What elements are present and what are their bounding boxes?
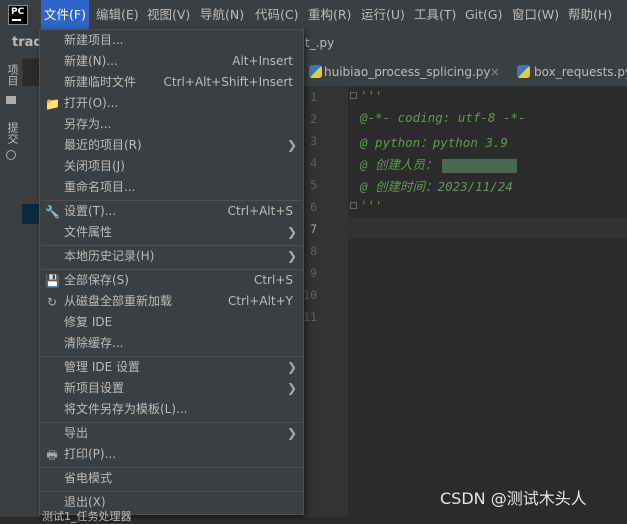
menu-item-export[interactable]: 导出 ❯ [40, 423, 303, 444]
code-line[interactable]: @ python：python 3.9 [360, 132, 508, 151]
line-number: 3 [310, 134, 317, 148]
current-line-highlight [348, 217, 627, 239]
menu-window[interactable]: 窗口(W) [512, 0, 559, 29]
menu-navigate[interactable]: 导航(N) [200, 0, 244, 29]
menu-item-save-as[interactable]: 另存为... [40, 114, 303, 135]
commit-tool-label[interactable]: 提交 [4, 122, 20, 144]
menu-item-power-save-mode[interactable]: 省电模式 [40, 468, 303, 489]
menu-refactor[interactable]: 重构(R) [308, 0, 351, 29]
menu-item-save-all[interactable]: 💾 全部保存(S) Ctrl+S [40, 270, 303, 291]
menu-item-recent-projects[interactable]: 最近的项目(R) ❯ [40, 135, 303, 156]
line-number: 6 [310, 200, 317, 214]
save-icon: 💾 [45, 274, 60, 288]
reload-icon: ↻ [46, 295, 58, 309]
code-line[interactable]: ''' [360, 88, 383, 103]
project-tool-label[interactable]: 项目 [4, 64, 20, 86]
folder-icon[interactable] [6, 96, 16, 104]
tab-huibiao[interactable]: huibiao_process_splicing.py [324, 58, 491, 86]
menu-item-manage-ide-settings[interactable]: 管理 IDE 设置 ❯ [40, 357, 303, 378]
partial-tab[interactable]: t_.py [305, 29, 334, 58]
line-number: 2 [310, 112, 317, 126]
project-panel [22, 86, 40, 517]
bottom-partial-text: 测试1_任务处理器 [42, 510, 132, 523]
menu-item-new-scratch-file[interactable]: 新建临时文件 Ctrl+Alt+Shift+Insert [40, 72, 303, 93]
submenu-arrow-icon: ❯ [286, 225, 297, 239]
code-line[interactable]: @ 创建人员： [360, 154, 517, 173]
submenu-arrow-icon: ❯ [286, 249, 297, 263]
menu-item-invalidate-caches[interactable]: 清除缓存... [40, 333, 303, 354]
tab-box-requests[interactable]: box_requests.py [534, 58, 627, 86]
project-selection [22, 204, 40, 224]
wrench-icon: 🔧 [45, 205, 60, 219]
csdn-watermark: CSDN @测试木头人 [440, 489, 587, 508]
submenu-arrow-icon: ❯ [286, 138, 297, 152]
python-file-icon [309, 65, 322, 78]
commit-icon[interactable] [6, 150, 16, 160]
menu-edit[interactable]: 编辑(E) [96, 0, 139, 29]
menu-item-settings[interactable]: 🔧 设置(T)... Ctrl+Alt+S [40, 201, 303, 222]
menu-git[interactable]: Git(G) [465, 0, 503, 29]
pycharm-logo: PC [8, 5, 28, 25]
submenu-arrow-icon: ❯ [286, 381, 297, 395]
menu-bar: PC 文件(F) 编辑(E) 视图(V) 导航(N) 代码(C) 重构(R) 运… [0, 0, 627, 29]
code-line[interactable]: @-*- coding: utf-8 -*- [360, 110, 526, 125]
menu-item-save-as-template[interactable]: 将文件另存为模板(L)... [40, 399, 303, 420]
line-number: 10 [303, 288, 317, 302]
file-menu-dropdown: 新建项目... 新建(N)... Alt+Insert 新建临时文件 Ctrl+Al… [39, 29, 304, 515]
line-number: 5 [310, 178, 317, 192]
line-number: 8 [310, 244, 317, 258]
folder-icon: 📁 [45, 97, 60, 111]
fold-icon[interactable] [350, 92, 357, 99]
menu-item-repair-ide[interactable]: 修复 IDE [40, 312, 303, 333]
print-icon: 🖶 [46, 448, 58, 462]
menu-code[interactable]: 代码(C) [255, 0, 298, 29]
code-line[interactable]: ''' [360, 198, 383, 213]
menu-item-file-properties[interactable]: 文件属性 ❯ [40, 222, 303, 243]
line-number: 7 [310, 222, 317, 236]
menu-item-new[interactable]: 新建(N)... Alt+Insert [40, 51, 303, 72]
redacted-name [441, 158, 517, 173]
menu-item-print[interactable]: 🖶 打印(P)... [40, 444, 303, 465]
submenu-arrow-icon: ❯ [286, 360, 297, 374]
line-number: 11 [303, 310, 317, 324]
editor-tabs: huibiao_process_splicing.py × box_reques… [303, 58, 627, 87]
menu-tools[interactable]: 工具(T) [414, 0, 456, 29]
menu-item-close-project[interactable]: 关闭项目(J) [40, 156, 303, 177]
tab-close-icon[interactable]: × [490, 58, 500, 86]
menu-item-local-history[interactable]: 本地历史记录(H) ❯ [40, 246, 303, 267]
menu-run[interactable]: 运行(U) [361, 0, 405, 29]
menu-help[interactable]: 帮助(H) [568, 0, 612, 29]
menu-view[interactable]: 视图(V) [147, 0, 190, 29]
menu-item-rename-project[interactable]: 重命名项目... [40, 177, 303, 198]
python-file-icon [517, 65, 530, 78]
fold-icon[interactable] [350, 202, 357, 209]
menu-item-new-project[interactable]: 新建项目... [40, 30, 303, 51]
line-number: 1 [310, 90, 317, 104]
line-number: 4 [310, 156, 317, 170]
submenu-arrow-icon: ❯ [286, 426, 297, 440]
menu-item-reload-all[interactable]: ↻ 从磁盘全部重新加载 Ctrl+Alt+Y [40, 291, 303, 312]
menu-item-new-projects-setup[interactable]: 新项目设置 ❯ [40, 378, 303, 399]
menu-file[interactable]: 文件(F) [41, 0, 89, 29]
code-line[interactable]: @ 创建时间：2023/11/24 [360, 176, 513, 195]
menu-item-open[interactable]: 📁 打开(O)... [40, 93, 303, 114]
line-number: 9 [310, 266, 317, 280]
left-tool-strip: 项目 提交 [0, 58, 23, 517]
